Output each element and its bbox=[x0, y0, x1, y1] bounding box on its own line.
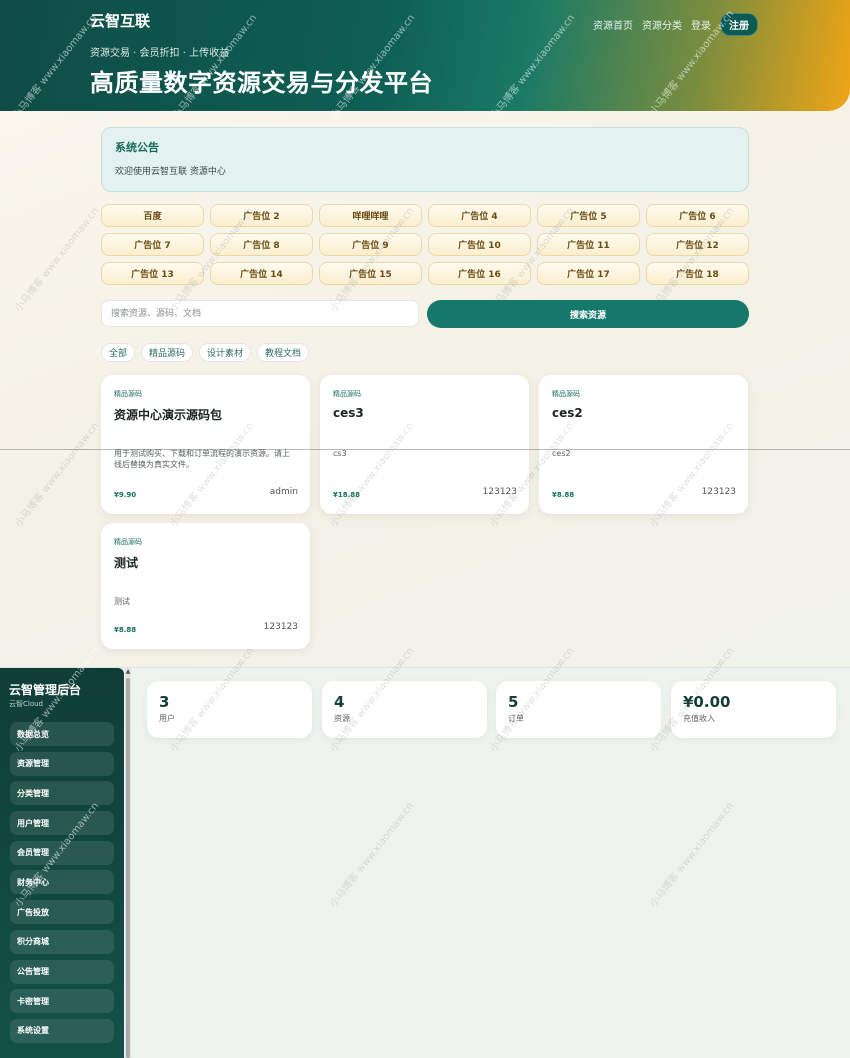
card-author: 123123 bbox=[263, 622, 298, 632]
card-category: 精品源码 bbox=[114, 538, 142, 546]
card-description: cs3 bbox=[333, 449, 347, 458]
filter-chip-source-code[interactable]: 精品源码 bbox=[141, 343, 194, 362]
ad-slot[interactable]: 广告位 15 bbox=[319, 262, 422, 285]
nav-link-categories[interactable]: 资源分类 bbox=[642, 17, 682, 32]
stat-label: 充值收入 bbox=[683, 714, 715, 723]
sidebar-item-finance[interactable]: 财务中心 bbox=[10, 870, 114, 895]
card-title: ces2 bbox=[552, 406, 583, 420]
card-category: 精品源码 bbox=[114, 390, 142, 398]
stat-card-recharge: ¥0.00 充值收入 bbox=[671, 681, 836, 738]
sidebar-item-members[interactable]: 会员管理 bbox=[10, 840, 114, 865]
stat-card-orders: 5 订单 bbox=[496, 681, 661, 738]
announcement-text: 欢迎使用云智互联 资源中心 bbox=[115, 167, 226, 177]
resource-card[interactable]: 精品源码 ces3 cs3 ¥18.88 123123 bbox=[320, 375, 529, 514]
sidebar-item-announcements[interactable]: 公告管理 bbox=[10, 959, 114, 984]
resource-card[interactable]: 精品源码 ces2 ces2 ¥8.88 123123 bbox=[539, 375, 748, 514]
scroll-up-arrow-icon[interactable]: ▲ bbox=[125, 668, 131, 676]
resource-card[interactable]: 精品源码 资源中心演示源码包 用于测试购买、下载和订单流程的演示资源。请上线后替… bbox=[101, 375, 310, 514]
sidebar-item-card-keys[interactable]: 卡密管理 bbox=[10, 989, 114, 1014]
top-nav: 资源首页 资源分类 登录 注册 bbox=[593, 13, 758, 36]
search-input[interactable] bbox=[101, 300, 419, 327]
watermark: 小马博客 www.xiaomaw.cn bbox=[13, 205, 102, 315]
ad-slot[interactable]: 广告位 11 bbox=[537, 233, 640, 256]
resource-card[interactable]: 精品源码 测试 测试 ¥8.88 123123 bbox=[101, 523, 310, 649]
ad-slot[interactable]: 广告位 10 bbox=[428, 233, 531, 256]
ad-slot-grid: 百度 广告位 2 咩哩咩哩 广告位 4 广告位 5 广告位 6 广告位 7 广告… bbox=[101, 204, 749, 285]
hero-title: 高质量数字资源交易与分发平台 bbox=[90, 69, 433, 97]
stat-value: 3 bbox=[159, 693, 170, 711]
ad-slot[interactable]: 广告位 18 bbox=[646, 262, 749, 285]
category-filter-bar: 全部 精品源码 设计素材 教程文档 bbox=[101, 343, 310, 362]
stat-label: 用户 bbox=[159, 714, 175, 723]
card-description: ces2 bbox=[552, 449, 571, 458]
sidebar-item-ads[interactable]: 广告投放 bbox=[10, 900, 114, 925]
card-author: admin bbox=[269, 487, 298, 497]
scroll-thumb[interactable] bbox=[126, 678, 130, 1058]
ad-slot[interactable]: 百度 bbox=[101, 204, 204, 227]
stat-value: ¥0.00 bbox=[683, 693, 731, 711]
ad-slot[interactable]: 广告位 8 bbox=[210, 233, 313, 256]
filter-chip-all[interactable]: 全部 bbox=[101, 343, 136, 362]
announcement-box: 系统公告 欢迎使用云智互联 资源中心 bbox=[101, 127, 749, 192]
sidebar-item-resources[interactable]: 资源管理 bbox=[10, 751, 114, 776]
ad-slot[interactable]: 广告位 16 bbox=[428, 262, 531, 285]
sidebar-item-users[interactable]: 用户管理 bbox=[10, 811, 114, 836]
ad-slot[interactable]: 广告位 4 bbox=[428, 204, 531, 227]
admin-sidebar: 云智管理后台 云智Cloud 数据总览 资源管理 分类管理 用户管理 会员管理 … bbox=[0, 668, 124, 1058]
ad-slot[interactable]: 广告位 2 bbox=[210, 204, 313, 227]
sidebar-item-categories[interactable]: 分类管理 bbox=[10, 781, 114, 806]
stat-card-resources: 4 资源 bbox=[322, 681, 487, 738]
search-button[interactable]: 搜索资源 bbox=[427, 300, 749, 328]
ad-slot[interactable]: 咩哩咩哩 bbox=[319, 204, 422, 227]
ad-slot[interactable]: 广告位 14 bbox=[210, 262, 313, 285]
filter-chip-tutorials[interactable]: 教程文档 bbox=[257, 343, 310, 362]
admin-title: 云智管理后台 bbox=[9, 683, 82, 697]
watermark: 小马博客 www.xiaomaw.cn bbox=[13, 420, 102, 530]
ad-slot[interactable]: 广告位 12 bbox=[646, 233, 749, 256]
register-button[interactable]: 注册 bbox=[720, 13, 758, 36]
ad-slot[interactable]: 广告位 13 bbox=[101, 262, 204, 285]
card-category: 精品源码 bbox=[333, 390, 361, 398]
card-author: 123123 bbox=[701, 487, 736, 497]
sidebar-scrollbar[interactable]: ▲ bbox=[125, 668, 131, 1058]
card-title: ces3 bbox=[333, 406, 364, 420]
card-price: ¥8.88 bbox=[552, 491, 575, 499]
card-description: 测试 bbox=[114, 597, 130, 606]
ad-slot[interactable]: 广告位 7 bbox=[101, 233, 204, 256]
ad-slot[interactable]: 广告位 6 bbox=[646, 204, 749, 227]
card-price: ¥8.88 bbox=[114, 626, 137, 634]
card-category: 精品源码 bbox=[552, 390, 580, 398]
nav-link-home[interactable]: 资源首页 bbox=[593, 17, 633, 32]
admin-subtitle: 云智Cloud bbox=[9, 700, 43, 708]
card-author: 123123 bbox=[482, 487, 517, 497]
stat-label: 资源 bbox=[334, 714, 350, 723]
stat-value: 5 bbox=[508, 693, 519, 711]
card-price: ¥18.88 bbox=[333, 491, 361, 499]
filter-chip-design[interactable]: 设计素材 bbox=[199, 343, 252, 362]
nav-link-login[interactable]: 登录 bbox=[691, 17, 711, 32]
card-title: 资源中心演示源码包 bbox=[114, 408, 223, 422]
announcement-title: 系统公告 bbox=[115, 141, 159, 154]
ad-slot[interactable]: 广告位 17 bbox=[537, 262, 640, 285]
sidebar-item-points-mall[interactable]: 积分商城 bbox=[10, 929, 114, 954]
ad-slot[interactable]: 广告位 9 bbox=[319, 233, 422, 256]
hero-banner: 云智互联 资源首页 资源分类 登录 注册 资源交易 · 会员折扣 · 上传收益 … bbox=[0, 0, 850, 111]
card-price: ¥9.90 bbox=[114, 491, 137, 499]
card-description: 用于测试购买、下载和订单流程的演示资源。请上线后替换为真实文件。 bbox=[114, 449, 290, 469]
sidebar-item-settings[interactable]: 系统设置 bbox=[10, 1018, 114, 1043]
stat-card-users: 3 用户 bbox=[147, 681, 312, 738]
stat-value: 4 bbox=[334, 693, 345, 711]
stat-label: 订单 bbox=[508, 714, 524, 723]
page-divider bbox=[0, 449, 850, 450]
ad-slot[interactable]: 广告位 5 bbox=[537, 204, 640, 227]
card-title: 测试 bbox=[114, 556, 139, 570]
admin-menu: 数据总览 资源管理 分类管理 用户管理 会员管理 财务中心 广告投放 积分商城 … bbox=[10, 722, 114, 1049]
brand-logo-text[interactable]: 云智互联 bbox=[90, 10, 150, 31]
sidebar-item-dashboard[interactable]: 数据总览 bbox=[10, 722, 114, 746]
hero-tagline: 资源交易 · 会员折扣 · 上传收益 bbox=[90, 48, 230, 59]
